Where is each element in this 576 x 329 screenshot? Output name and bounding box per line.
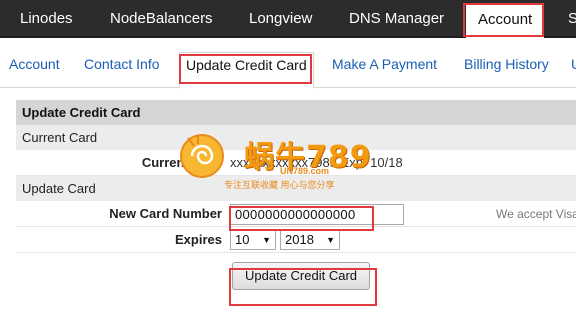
topnav-item-overflow[interactable]: S bbox=[568, 0, 576, 38]
accepted-cards-text: We accept Visa bbox=[496, 207, 576, 221]
dropdown-arrow-icon: ▼ bbox=[326, 235, 335, 245]
expires-month-select[interactable]: 10 ▼ bbox=[230, 230, 276, 250]
expires-month-value: 10 bbox=[235, 232, 250, 247]
expires-row: Expires 10 ▼ 2018 ▼ bbox=[16, 227, 576, 253]
current-card-row: Current Card xxxxxxxxxxxx7985 Exp: 10/18 bbox=[16, 150, 576, 176]
update-card-section: Update Card bbox=[16, 176, 576, 201]
submit-row: Update Credit Card bbox=[16, 253, 576, 303]
new-card-number-input[interactable] bbox=[230, 204, 404, 225]
topnav-item-account[interactable]: Account bbox=[466, 4, 545, 38]
update-credit-card-button[interactable]: Update Credit Card bbox=[232, 262, 370, 290]
tab-overflow[interactable]: U bbox=[571, 56, 576, 72]
expires-year-value: 2018 bbox=[285, 232, 314, 247]
current-card-label: Current Card bbox=[141, 155, 222, 170]
update-credit-card-panel: Update Credit Card Current Card Current … bbox=[16, 100, 576, 303]
current-card-value: xxxxxxxxxxxx7985 Exp: 10/18 bbox=[230, 155, 403, 170]
current-card-section: Current Card bbox=[16, 125, 576, 150]
topnav-item-nodebalancers[interactable]: NodeBalancers bbox=[110, 0, 213, 38]
tab-account[interactable]: Account bbox=[9, 56, 60, 72]
expires-label: Expires bbox=[175, 232, 222, 247]
sub-nav: Account Contact Info Update Credit Card … bbox=[0, 40, 576, 89]
tab-billing-history[interactable]: Billing History bbox=[464, 56, 549, 72]
panel-title: Update Credit Card bbox=[16, 100, 576, 125]
tab-update-credit-card[interactable]: Update Credit Card bbox=[179, 52, 314, 89]
new-card-number-label: New Card Number bbox=[109, 206, 222, 221]
topnav-item-dns-manager[interactable]: DNS Manager bbox=[349, 0, 444, 38]
tab-make-a-payment[interactable]: Make A Payment bbox=[332, 56, 437, 72]
new-card-row: New Card Number We accept Visa bbox=[16, 201, 576, 227]
expires-year-select[interactable]: 2018 ▼ bbox=[280, 230, 340, 250]
tab-contact-info[interactable]: Contact Info bbox=[84, 56, 160, 72]
topnav-item-longview[interactable]: Longview bbox=[249, 0, 312, 38]
dropdown-arrow-icon: ▼ bbox=[262, 235, 271, 245]
topnav-item-linodes[interactable]: Linodes bbox=[20, 0, 73, 38]
top-nav: Linodes NodeBalancers Longview DNS Manag… bbox=[0, 0, 576, 38]
